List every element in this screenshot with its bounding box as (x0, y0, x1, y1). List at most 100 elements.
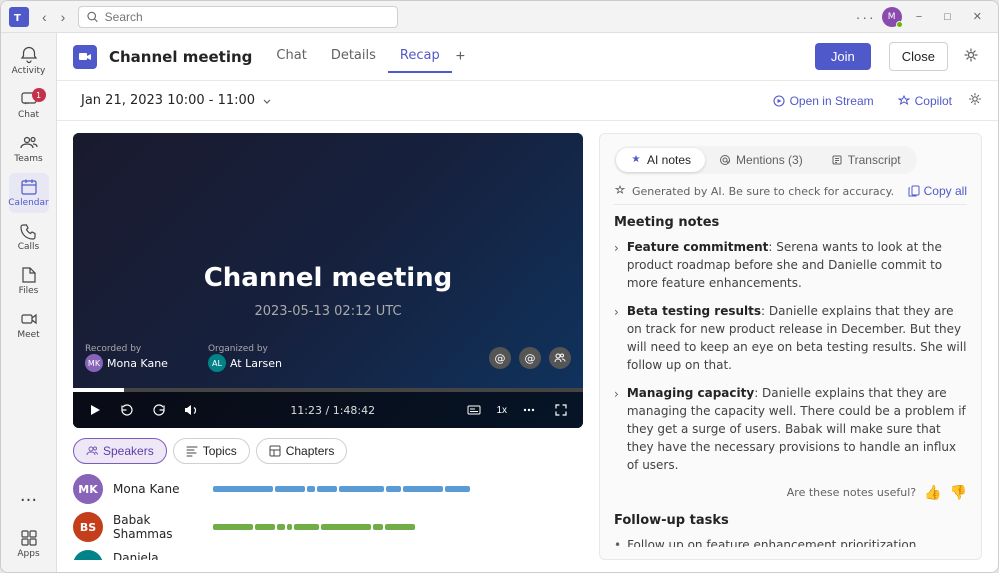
ai-notes-tab[interactable]: AI notes (616, 148, 705, 172)
date-selector[interactable]: Jan 21, 2023 10:00 - 11:00 (73, 89, 281, 112)
bar (287, 524, 292, 530)
sidebar-item-more[interactable]: ··· (9, 480, 49, 520)
settings-icon (964, 48, 978, 62)
more-options-button[interactable] (517, 398, 541, 422)
speakers-tab-icon (86, 445, 98, 457)
copilot-icon (898, 95, 910, 107)
minimize-button[interactable]: − (908, 7, 930, 27)
copy-all-label: Copy all (924, 184, 967, 198)
sidebar-item-files[interactable]: Files (9, 261, 49, 301)
note-label-0: Feature commitment (627, 240, 769, 254)
copilot-label: Copilot (915, 94, 952, 108)
video-section: Channel meeting 2023-05-13 02:12 UTC Rec… (73, 133, 583, 560)
mona-bars (213, 479, 583, 499)
chevron-icon-1: › (614, 303, 619, 374)
speaker-row-babak: BS Babak Shammas (73, 512, 583, 542)
tab-chat[interactable]: Chat (264, 40, 318, 73)
ai-panel: AI notes Mentions (3) (599, 133, 982, 560)
followup-text-0: Follow up on feature enhancement priorit… (627, 536, 967, 547)
video-icons-right: @ @ (489, 344, 571, 372)
bar (317, 486, 337, 492)
rewind-button[interactable] (115, 398, 139, 422)
tab-recap[interactable]: Recap (388, 40, 452, 73)
teams-icon (20, 134, 38, 152)
user-avatar[interactable]: M (882, 7, 902, 27)
search-bar[interactable] (78, 6, 398, 28)
mentions-tab[interactable]: Mentions (3) (705, 148, 817, 172)
bullet-0: • (614, 536, 621, 547)
bell-icon (20, 46, 38, 64)
more-button[interactable]: ··· (856, 9, 876, 25)
video-date-text: 2023-05-13 02:12 UTC (254, 304, 401, 319)
copy-all-button[interactable]: Copy all (908, 184, 967, 198)
date-settings-button[interactable] (968, 92, 982, 109)
settings-icon-button[interactable] (960, 44, 982, 69)
speaker-list: MK Mona Kane (73, 474, 583, 560)
sidebar-item-activity[interactable]: Activity (9, 41, 49, 81)
video-credits: Recorded by MK Mona Kane Organized by AL (85, 344, 571, 372)
chevron-icon-0: › (614, 239, 619, 292)
bar (277, 524, 285, 530)
sidebar-item-meet[interactable]: Meet (9, 305, 49, 345)
sidebar-item-apps[interactable]: Apps (9, 524, 49, 564)
add-tab-button[interactable]: + (452, 40, 469, 73)
back-button[interactable]: ‹ (37, 7, 52, 27)
search-input[interactable] (105, 10, 390, 24)
followup-section: Follow-up tasks • Follow up on feature e… (614, 513, 967, 547)
topics-tab-btn[interactable]: Topics (173, 438, 250, 464)
speakers-tab-label: Speakers (103, 444, 154, 458)
calendar-label: Calendar (8, 198, 48, 208)
organized-avatar: AL (208, 354, 226, 372)
thumbs-up-notes[interactable]: 👍 (924, 484, 941, 501)
bar (339, 486, 384, 492)
title-bar-actions: ··· M − □ ✕ (856, 6, 990, 27)
close-meeting-button[interactable]: Close (889, 42, 948, 71)
sidebar-item-chat[interactable]: 1 Chat (9, 85, 49, 125)
teams-logo: T (9, 7, 29, 27)
close-window-button[interactable]: ✕ (965, 6, 990, 27)
caption-button[interactable] (462, 398, 486, 422)
note-item-0: › Feature commitment: Serena wants to lo… (614, 238, 967, 292)
nav-buttons: ‹ › (37, 7, 70, 27)
bar (403, 486, 443, 492)
meet-icon (20, 310, 38, 328)
sidebar-item-calendar[interactable]: Calendar (9, 173, 49, 213)
note-item-1: › Beta testing results: Danielle explain… (614, 302, 967, 374)
sidebar-item-calls[interactable]: Calls (9, 217, 49, 257)
speakers-tab-btn[interactable]: Speakers (73, 438, 167, 464)
babak-bars (213, 517, 583, 537)
sidebar-item-teams[interactable]: Teams (9, 129, 49, 169)
forward-skip-button[interactable] (147, 398, 171, 422)
thumbs-down-notes[interactable]: 👎 (950, 484, 967, 501)
topics-tab-label: Topics (203, 444, 237, 458)
recorded-avatar: MK (85, 354, 103, 372)
time-display: 11:23 / 1:48:42 (211, 404, 454, 417)
video-bottom-controls: 11:23 / 1:48:42 1x (73, 388, 583, 428)
maximize-button[interactable]: □ (936, 7, 959, 27)
top-bar: Channel meeting Chat Details Recap + Joi… (57, 33, 998, 81)
play-button[interactable] (83, 398, 107, 422)
fullscreen-button[interactable] (549, 398, 573, 422)
followup-item-0: • Follow up on feature enhancement prior… (614, 536, 967, 547)
bar (373, 524, 383, 530)
open-in-stream-button[interactable]: Open in Stream (765, 90, 882, 112)
meeting-icon (73, 45, 97, 69)
note-label-1: Beta testing results (627, 304, 761, 318)
tab-details[interactable]: Details (319, 40, 388, 73)
mute-button[interactable] (179, 398, 203, 422)
files-label: Files (19, 286, 39, 296)
activity-label: Activity (12, 66, 46, 76)
join-button[interactable]: Join (815, 43, 871, 70)
date-settings-icon (968, 92, 982, 106)
teams-label: Teams (14, 154, 42, 164)
video-container: Channel meeting 2023-05-13 02:12 UTC Rec… (73, 133, 583, 428)
content-area: Channel meeting Chat Details Recap + Joi… (57, 33, 998, 572)
speaker-tabs: Speakers Topics Chapters (73, 438, 583, 464)
meeting-notes-section: Meeting notes › Feature commitment: Sere… (614, 215, 967, 501)
forward-button[interactable]: › (56, 7, 71, 27)
transcript-tab[interactable]: Transcript (817, 148, 915, 172)
speed-button[interactable]: 1x (494, 398, 509, 422)
copilot-button[interactable]: Copilot (890, 90, 960, 112)
main-content: Channel meeting 2023-05-13 02:12 UTC Rec… (57, 121, 998, 572)
chapters-tab-btn[interactable]: Chapters (256, 438, 348, 464)
